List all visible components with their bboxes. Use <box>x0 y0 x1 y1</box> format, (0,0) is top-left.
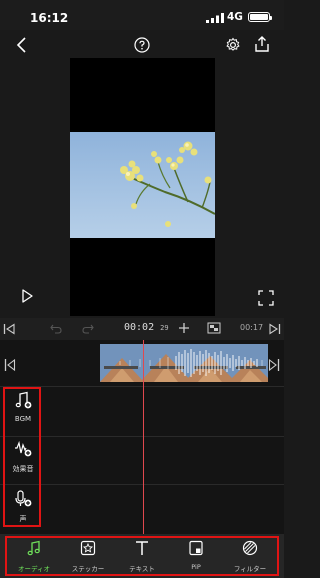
export-share-icon[interactable] <box>253 35 271 53</box>
play-icon[interactable] <box>19 288 35 304</box>
track-end-icon[interactable] <box>268 358 280 372</box>
total-duration: 00:17 <box>240 323 264 332</box>
fullscreen-icon[interactable] <box>258 290 274 306</box>
video-clip[interactable] <box>100 344 268 382</box>
network-type: 4G <box>227 11 243 23</box>
track-divider <box>0 386 284 387</box>
undo-icon[interactable] <box>50 323 62 334</box>
bottom-toolbar-highlight <box>5 536 279 576</box>
back-icon[interactable] <box>14 36 30 54</box>
side-tools-highlight <box>3 387 41 527</box>
add-clip-icon[interactable] <box>178 322 190 334</box>
battery-icon <box>248 12 272 22</box>
help-icon[interactable] <box>134 37 150 53</box>
video-frame-image <box>70 132 215 238</box>
track-divider <box>0 484 284 485</box>
aspect-ratio-icon[interactable] <box>207 322 221 334</box>
track-start-icon[interactable] <box>4 358 16 372</box>
jump-to-start-icon[interactable] <box>3 323 16 335</box>
jump-to-end-icon[interactable] <box>268 323 281 335</box>
settings-gear-icon[interactable] <box>225 37 241 53</box>
timecode-seconds: 00:02 <box>124 322 155 333</box>
track-divider <box>0 436 284 437</box>
playhead[interactable] <box>143 340 144 534</box>
timecode-frames: 29 <box>160 324 169 332</box>
status-time: 16:12 <box>30 11 69 25</box>
signal-icon <box>206 13 224 23</box>
redo-icon[interactable] <box>82 323 94 334</box>
current-timecode: 00:02 29 <box>124 322 169 333</box>
